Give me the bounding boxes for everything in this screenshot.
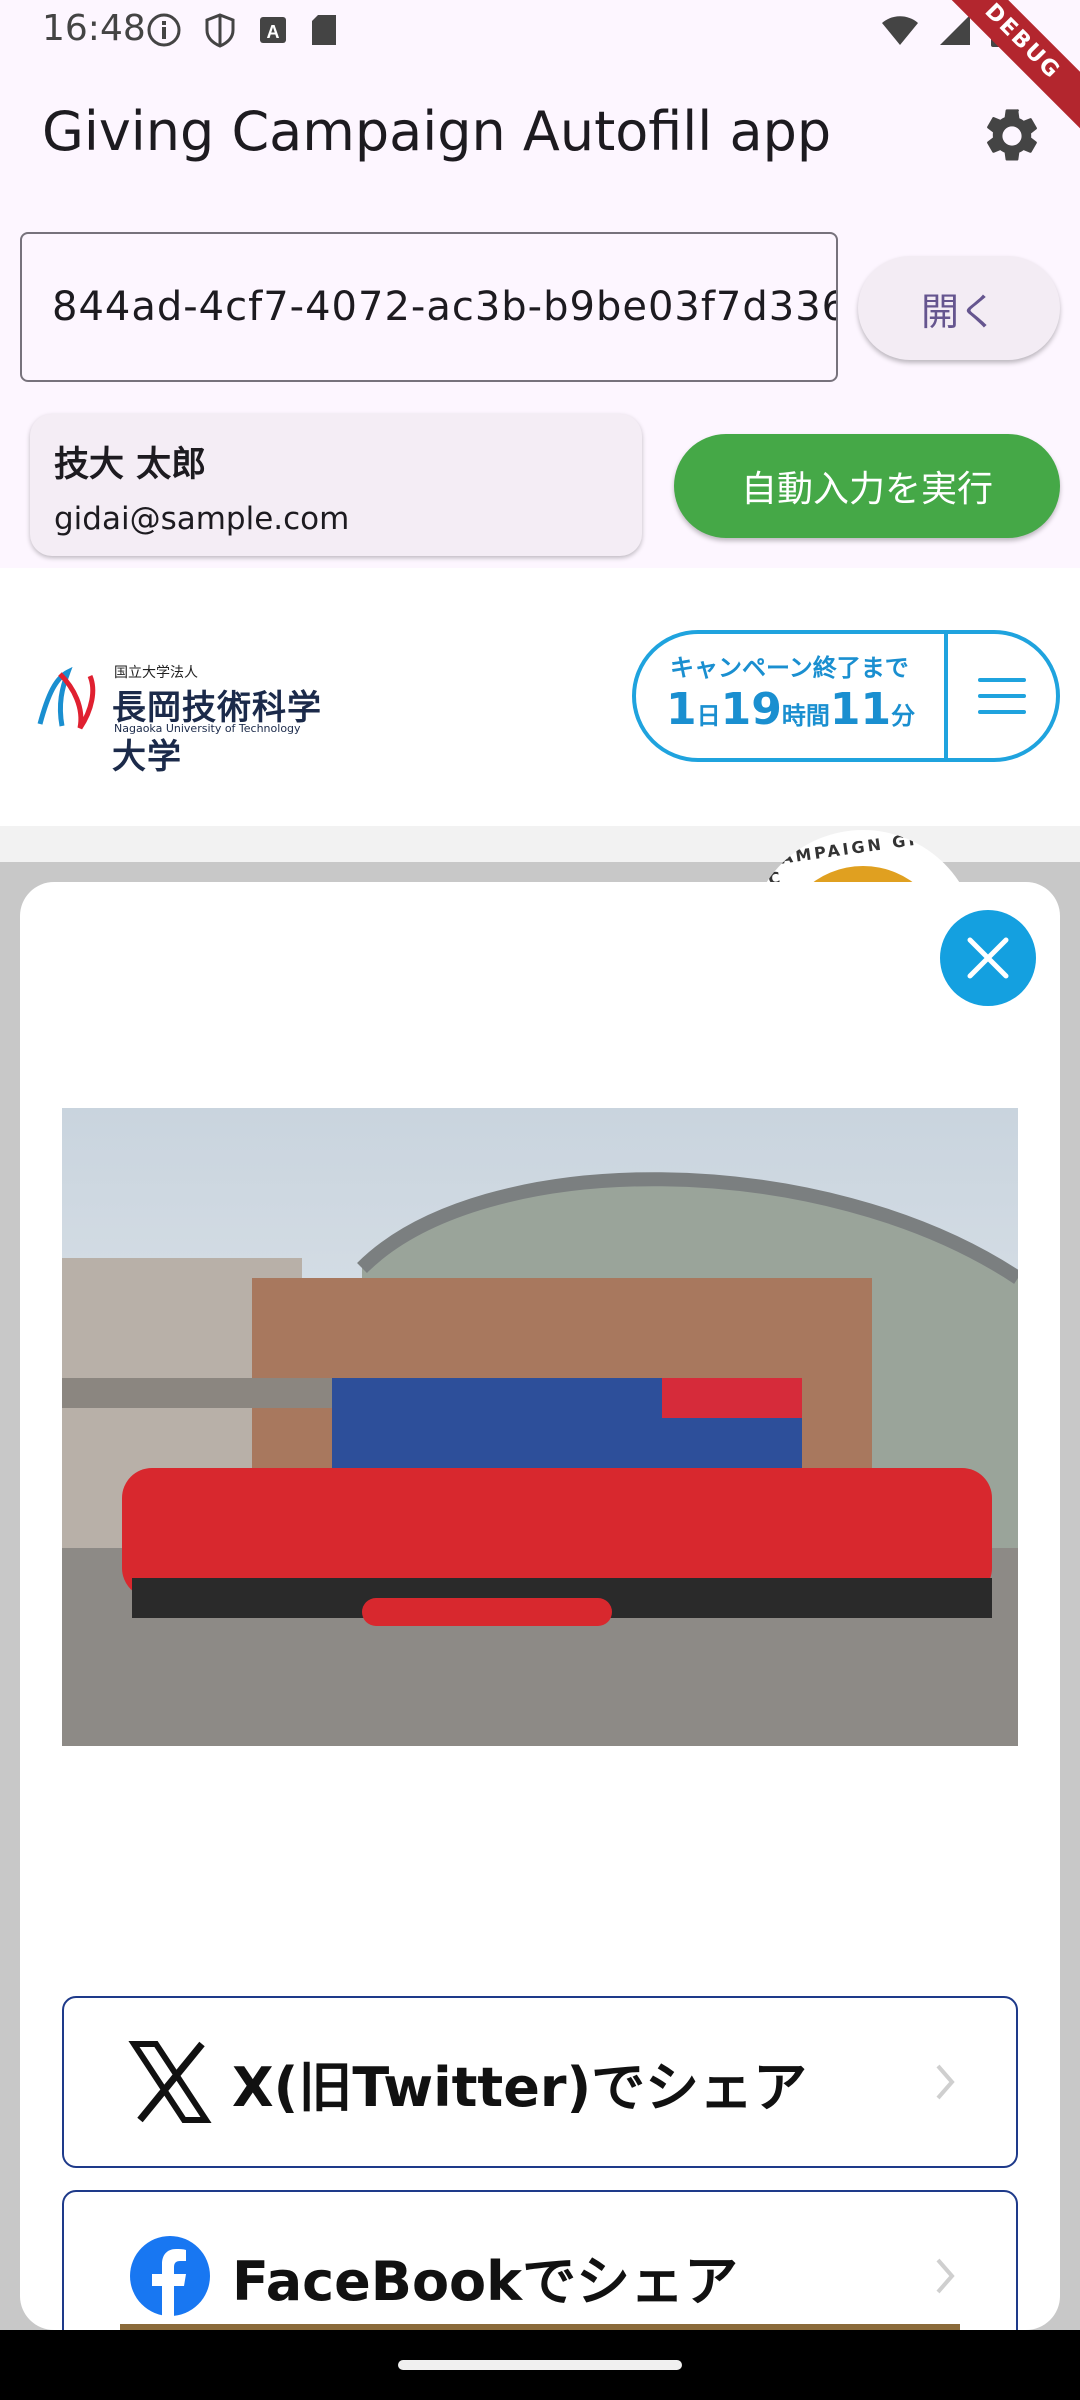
home-gesture-handle[interactable] xyxy=(398,2360,682,2370)
share-facebook-label: FaceBookでシェア xyxy=(232,2249,739,2313)
campaign-countdown: キャンペーン終了まで 1日19時間11分 xyxy=(632,630,1060,762)
system-navigation-bar xyxy=(0,2330,1080,2400)
countdown-minutes-unit: 分 xyxy=(891,702,916,730)
countdown-days: 1 xyxy=(666,684,697,735)
gear-icon xyxy=(987,109,1037,161)
close-button[interactable] xyxy=(940,910,1036,1006)
signal-icon xyxy=(940,15,970,45)
countdown-hours-unit: 時間 xyxy=(781,702,830,730)
open-button[interactable]: 開く xyxy=(858,256,1060,360)
wifi-icon xyxy=(882,16,918,45)
site-header: 国立大学法人 長岡技術科学大学 Nagaoka University of Te… xyxy=(0,568,1080,826)
countdown-time: 1日19時間11分 xyxy=(666,684,915,735)
countdown-hours: 19 xyxy=(720,684,782,735)
user-name: 技大 太郎 xyxy=(54,445,207,485)
share-x-button[interactable]: X(旧Twitter)でシェア xyxy=(62,1996,1018,2168)
countdown-minutes: 11 xyxy=(829,684,892,735)
sd-card-icon xyxy=(312,15,336,45)
university-logo[interactable]: 国立大学法人 長岡技術科学大学 Nagaoka University of Te… xyxy=(34,660,354,777)
hamburger-icon xyxy=(978,678,1026,714)
settings-button[interactable] xyxy=(980,104,1044,168)
logo-english-text: Nagaoka University of Technology xyxy=(114,722,301,735)
chevron-right-icon xyxy=(936,2064,955,2100)
countdown-days-unit: 日 xyxy=(696,702,721,730)
share-x-label: X(旧Twitter)でシェア xyxy=(232,2055,808,2119)
url-input[interactable]: 844ad-4cf7-4072-ac3b-b9be03f7d336 xyxy=(20,232,838,382)
share-facebook-button[interactable]: FaceBookでシェア xyxy=(62,2190,1018,2330)
chevron-right-icon xyxy=(936,2258,955,2294)
status-icons: A xyxy=(146,12,338,48)
group-photo xyxy=(62,1108,1018,1746)
info-icon xyxy=(147,13,181,47)
text-icon: A xyxy=(260,17,286,43)
shield-icon xyxy=(205,13,235,48)
group-photo-image xyxy=(62,1108,1018,1746)
logo-small-text: 国立大学法人 xyxy=(114,665,198,681)
facebook-logo-icon xyxy=(130,2236,210,2318)
app-title: Giving Campaign Autofill app xyxy=(42,100,832,163)
x-logo-icon xyxy=(128,2041,212,2123)
share-modal: X(旧Twitter)でシェア FaceBookでシェア xyxy=(20,882,1060,2330)
close-icon xyxy=(967,937,1009,979)
university-logo-mark-icon xyxy=(37,666,96,730)
status-time: 16:48 xyxy=(42,8,146,49)
user-card[interactable]: 技大 太郎 gidai@sample.com xyxy=(30,414,642,556)
status-bar: 16:48 A DEBUG xyxy=(0,0,1080,141)
autofill-button[interactable]: 自動入力を実行 xyxy=(674,434,1060,538)
hamburger-menu-button[interactable] xyxy=(948,634,1056,758)
svg-text:A: A xyxy=(267,22,280,42)
countdown-label: キャンペーン終了まで xyxy=(670,654,909,682)
webview: 国立大学法人 長岡技術科学大学 Nagaoka University of Te… xyxy=(0,568,1080,2330)
user-email: gidai@sample.com xyxy=(54,501,350,537)
